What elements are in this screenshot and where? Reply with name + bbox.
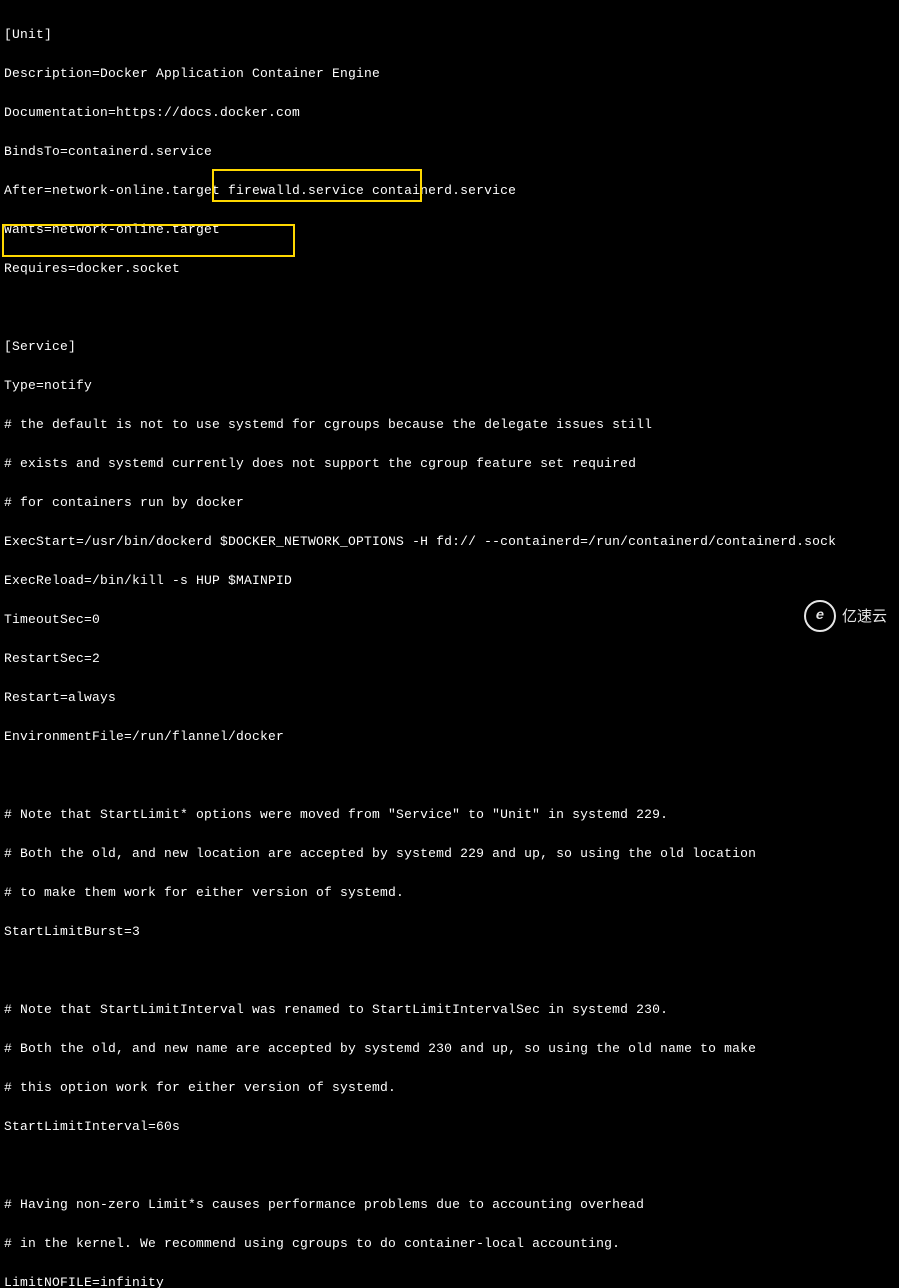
config-line: # in the kernel. We recommend using cgro… — [4, 1237, 895, 1250]
config-line: Requires=docker.socket — [4, 262, 895, 275]
config-line: # Both the old, and new name are accepte… — [4, 1042, 895, 1055]
watermark-text: 亿速云 — [842, 609, 887, 624]
config-line — [4, 769, 895, 782]
config-line: ExecReload=/bin/kill -s HUP $MAINPID — [4, 574, 895, 587]
config-line: [Service] — [4, 340, 895, 353]
config-line: # exists and systemd currently does not … — [4, 457, 895, 470]
config-line: # Having non-zero Limit*s causes perform… — [4, 1198, 895, 1211]
config-line: ExecStart=/usr/bin/dockerd $DOCKER_NETWO… — [4, 535, 895, 548]
config-line: Type=notify — [4, 379, 895, 392]
watermark-icon: e — [804, 600, 836, 632]
config-line: RestartSec=2 — [4, 652, 895, 665]
config-line: EnvironmentFile=/run/flannel/docker — [4, 730, 895, 743]
config-line: Description=Docker Application Container… — [4, 67, 895, 80]
config-line: Restart=always — [4, 691, 895, 704]
config-line: LimitNOFILE=infinity — [4, 1276, 895, 1288]
terminal-viewport[interactable]: [Unit] Description=Docker Application Co… — [0, 0, 899, 1288]
config-line: StartLimitBurst=3 — [4, 925, 895, 938]
config-line: # this option work for either version of… — [4, 1081, 895, 1094]
config-line: # for containers run by docker — [4, 496, 895, 509]
config-line — [4, 964, 895, 977]
watermark: e 亿速云 — [804, 600, 887, 632]
config-line: [Unit] — [4, 28, 895, 41]
config-line: # the default is not to use systemd for … — [4, 418, 895, 431]
config-line: Documentation=https://docs.docker.com — [4, 106, 895, 119]
config-line — [4, 1159, 895, 1172]
config-line: # to make them work for either version o… — [4, 886, 895, 899]
config-line — [4, 301, 895, 314]
config-line: # Note that StartLimitInterval was renam… — [4, 1003, 895, 1016]
config-line: # Note that StartLimit* options were mov… — [4, 808, 895, 821]
config-line: # Both the old, and new location are acc… — [4, 847, 895, 860]
config-line: BindsTo=containerd.service — [4, 145, 895, 158]
config-line: TimeoutSec=0 — [4, 613, 895, 626]
config-line: After=network-online.target firewalld.se… — [4, 184, 895, 197]
config-line: StartLimitInterval=60s — [4, 1120, 895, 1133]
config-line: Wants=network-online.target — [4, 223, 895, 236]
